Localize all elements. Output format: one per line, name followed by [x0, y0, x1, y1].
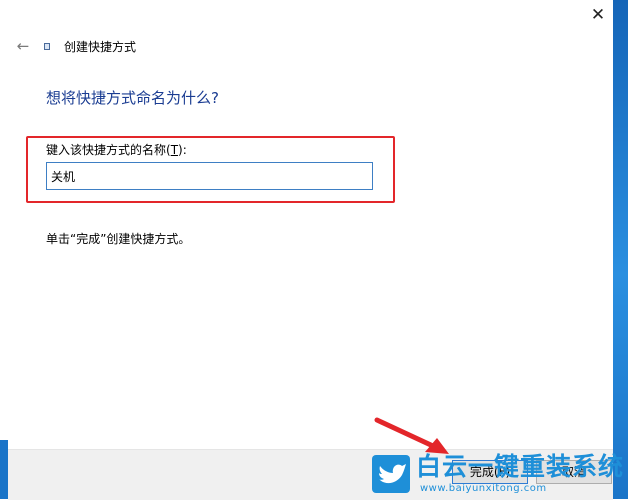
window-title: 创建快捷方式 [64, 40, 137, 54]
watermark-title: 白云一键重装系统 [416, 452, 625, 481]
create-shortcut-dialog: ✕ ← 创建快捷方式 想将快捷方式命名为什么? 键入该快捷方式的名称(T): 单… [8, 0, 613, 500]
desktop-background-right [613, 0, 628, 499]
bird-icon [372, 455, 410, 493]
shortcut-name-input[interactable] [46, 162, 373, 190]
back-arrow-icon[interactable]: ← [13, 36, 33, 56]
name-field-label: 键入该快捷方式的名称(T): [46, 142, 187, 158]
watermark: 白云一键重装系统 www.baiyunxitong.com [368, 452, 628, 499]
finish-hint-text: 单击“完成”创建快捷方式。 [46, 232, 191, 246]
desktop-background-left [0, 440, 8, 499]
page-heading: 想将快捷方式命名为什么? [46, 89, 219, 107]
label-text-pre: 键入该快捷方式的名称( [46, 143, 171, 157]
close-icon[interactable]: ✕ [587, 4, 609, 26]
watermark-url: www.baiyunxitong.com [420, 483, 547, 494]
label-access-key: T [170, 143, 179, 157]
shortcut-icon [44, 43, 50, 50]
label-text-post: ): [178, 143, 187, 157]
